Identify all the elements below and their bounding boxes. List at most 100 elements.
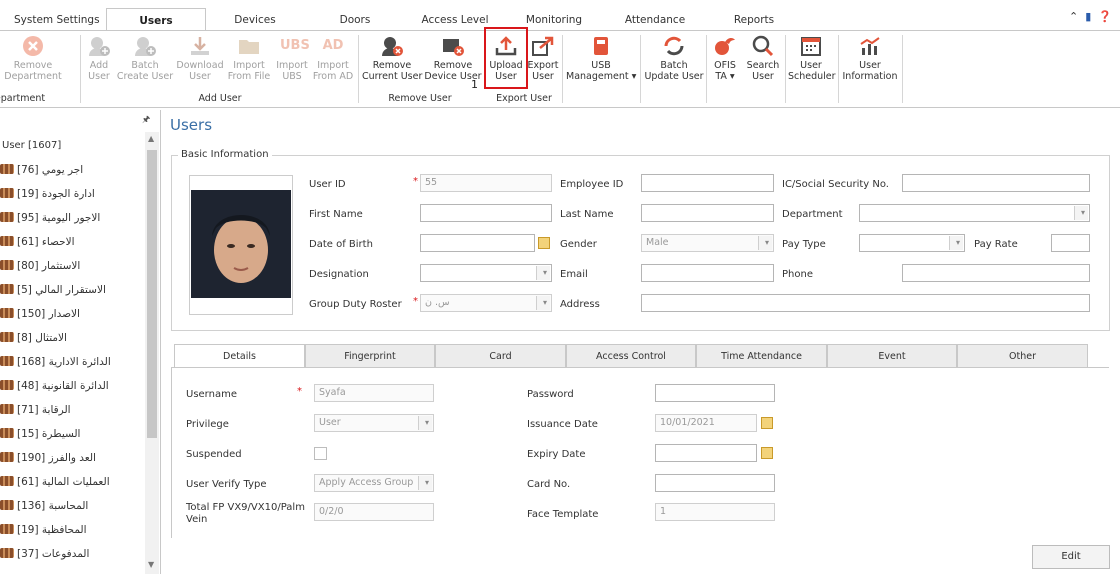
tree-item[interactable]: [76] اجر يومي <box>0 160 83 180</box>
tree-scrollbar-thumb[interactable] <box>147 150 157 438</box>
calendar-icon[interactable] <box>761 417 773 429</box>
tree-item[interactable]: [150] الاصدار <box>0 304 80 324</box>
tab-fingerprint[interactable]: Fingerprint <box>305 344 435 367</box>
tab-event[interactable]: Event <box>827 344 957 367</box>
tab-access-control[interactable]: Access Control <box>566 344 696 367</box>
tree-item[interactable]: [95] الاجور اليومية <box>0 208 100 228</box>
search-user-button[interactable]: Search User <box>744 34 782 82</box>
tree-item[interactable]: [8] الامتثال <box>0 328 67 348</box>
edit-button[interactable]: Edit <box>1032 545 1110 569</box>
group-icon <box>0 332 14 342</box>
face-template-input[interactable]: 1 <box>655 503 775 521</box>
chevron-down-icon: ▾ <box>542 268 547 277</box>
tab-details[interactable]: Details <box>174 344 305 368</box>
department-tree: 🖈 User [1607] [76] اجر يومي [19] ادارة ا… <box>0 110 161 574</box>
tree-item[interactable]: [37] المدفوعات <box>0 544 89 564</box>
gender-select[interactable]: Male ▾ <box>641 234 774 252</box>
group-remove-user: Remove User <box>388 93 452 104</box>
import-from-ad-button[interactable]: AD Import From AD <box>312 34 354 82</box>
tab-other[interactable]: Other <box>957 344 1088 367</box>
last-name-label: Last Name <box>560 209 614 220</box>
suspended-checkbox[interactable] <box>314 447 327 460</box>
batch-create-user-button[interactable]: Batch Create User <box>116 34 174 82</box>
batch-update-icon <box>664 36 684 56</box>
dob-label: Date of Birth <box>309 239 373 250</box>
username-label: Username <box>186 389 237 400</box>
help-icon[interactable]: ❓ <box>1098 10 1112 23</box>
usb-management-button[interactable]: USB Management ▾ <box>566 34 636 82</box>
remove-current-user-button[interactable]: Remove Current User <box>362 34 422 82</box>
add-user-button[interactable]: Add User <box>84 34 114 82</box>
tab-time-attendance[interactable]: Time Attendance <box>696 344 827 367</box>
designation-label: Designation <box>309 269 369 280</box>
tab-system-settings[interactable]: System Settings <box>14 10 100 30</box>
tree-item[interactable]: [80] الاستثمار <box>0 256 80 276</box>
tree-item[interactable]: [168] الدائرة الادارية <box>0 352 111 372</box>
remove-department-button[interactable]: Remove Department <box>0 34 78 82</box>
tree-root[interactable]: User [1607] <box>2 140 61 151</box>
tab-doors[interactable]: Doors <box>330 10 380 30</box>
export-user-button[interactable]: Export User <box>527 34 559 82</box>
tab-monitoring[interactable]: Monitoring <box>522 10 586 30</box>
tree-item[interactable]: [61] الاحصاء <box>0 232 75 252</box>
download-user-button[interactable]: Download User <box>176 34 224 82</box>
verify-type-select[interactable]: Apply Access Group ▾ <box>314 474 434 492</box>
tree-item[interactable]: [19] ادارة الجودة <box>0 184 95 204</box>
tab-attendance[interactable]: Attendance <box>622 10 688 30</box>
tree-item[interactable]: [71] الرقابة <box>0 400 71 420</box>
scroll-down-icon[interactable]: ▼ <box>148 560 154 569</box>
last-name-input[interactable] <box>641 204 774 222</box>
pay-rate-input[interactable] <box>1051 234 1090 252</box>
tab-devices[interactable]: Devices <box>226 10 284 30</box>
user-photo[interactable] <box>189 175 293 315</box>
pay-type-label: Pay Type <box>782 239 826 250</box>
group-department: epartment <box>0 93 46 104</box>
issuance-date-input[interactable]: 10/01/2021 <box>655 414 757 432</box>
password-input[interactable] <box>655 384 775 402</box>
designation-select[interactable]: ▾ <box>420 264 552 282</box>
tree-item[interactable]: [48] الدائرة القانونية <box>0 376 109 396</box>
tab-card[interactable]: Card <box>435 344 566 367</box>
office-icon[interactable]: ▮ <box>1085 10 1091 23</box>
pay-type-select[interactable]: ▾ <box>859 234 965 252</box>
calendar-icon[interactable] <box>538 237 550 249</box>
batch-update-user-button[interactable]: Batch Update User <box>644 34 704 82</box>
privilege-select[interactable]: User ▾ <box>314 414 434 432</box>
pin-icon[interactable]: 🖈 <box>142 112 150 128</box>
phone-input[interactable] <box>902 264 1090 282</box>
email-input[interactable] <box>641 264 774 282</box>
tree-item[interactable]: [15] السيطرة <box>0 424 80 444</box>
employee-id-input[interactable] <box>641 174 774 192</box>
scroll-up-icon[interactable]: ▲ <box>148 134 154 143</box>
card-no-input[interactable] <box>655 474 775 492</box>
first-name-label: First Name <box>309 209 363 220</box>
ic-input[interactable] <box>902 174 1090 192</box>
user-id-input[interactable]: 55 <box>420 174 552 192</box>
remove-device-user-button[interactable]: Remove Device User <box>424 34 482 82</box>
email-label: Email <box>560 269 588 280</box>
total-fp-input[interactable]: 0/2/0 <box>314 503 434 521</box>
dob-input[interactable] <box>420 234 535 252</box>
suspended-label: Suspended <box>186 449 242 460</box>
tree-item[interactable]: [61] العمليات المالية <box>0 472 110 492</box>
tree-item[interactable]: [5] الاستقرار المالي <box>0 280 106 300</box>
address-input[interactable] <box>641 294 1090 312</box>
tab-reports[interactable]: Reports <box>730 10 778 30</box>
calendar-icon[interactable] <box>761 447 773 459</box>
tree-item[interactable]: [136] المحاسبة <box>0 496 88 516</box>
tab-users[interactable]: Users <box>106 8 206 31</box>
expiry-date-input[interactable] <box>655 444 757 462</box>
ofis-ta-button[interactable]: OFIS TA ▾ <box>708 34 742 82</box>
tree-item[interactable]: [19] المحافظية <box>0 520 87 540</box>
import-ubs-button[interactable]: UBS Import UBS <box>274 34 310 82</box>
user-information-button[interactable]: User Information <box>842 34 898 82</box>
department-select[interactable]: ▾ <box>859 204 1090 222</box>
roster-select[interactable]: س. ن ▾ <box>420 294 552 312</box>
tab-access-level[interactable]: Access Level <box>420 10 490 30</box>
username-input[interactable]: Syafa <box>314 384 434 402</box>
import-from-file-button[interactable]: Import From File <box>226 34 272 82</box>
tree-item[interactable]: [190] العد والفرز <box>0 448 96 468</box>
user-scheduler-button[interactable]: User Scheduler <box>788 34 836 82</box>
chevron-up-icon[interactable]: ⌃ <box>1069 10 1078 23</box>
first-name-input[interactable] <box>420 204 552 222</box>
